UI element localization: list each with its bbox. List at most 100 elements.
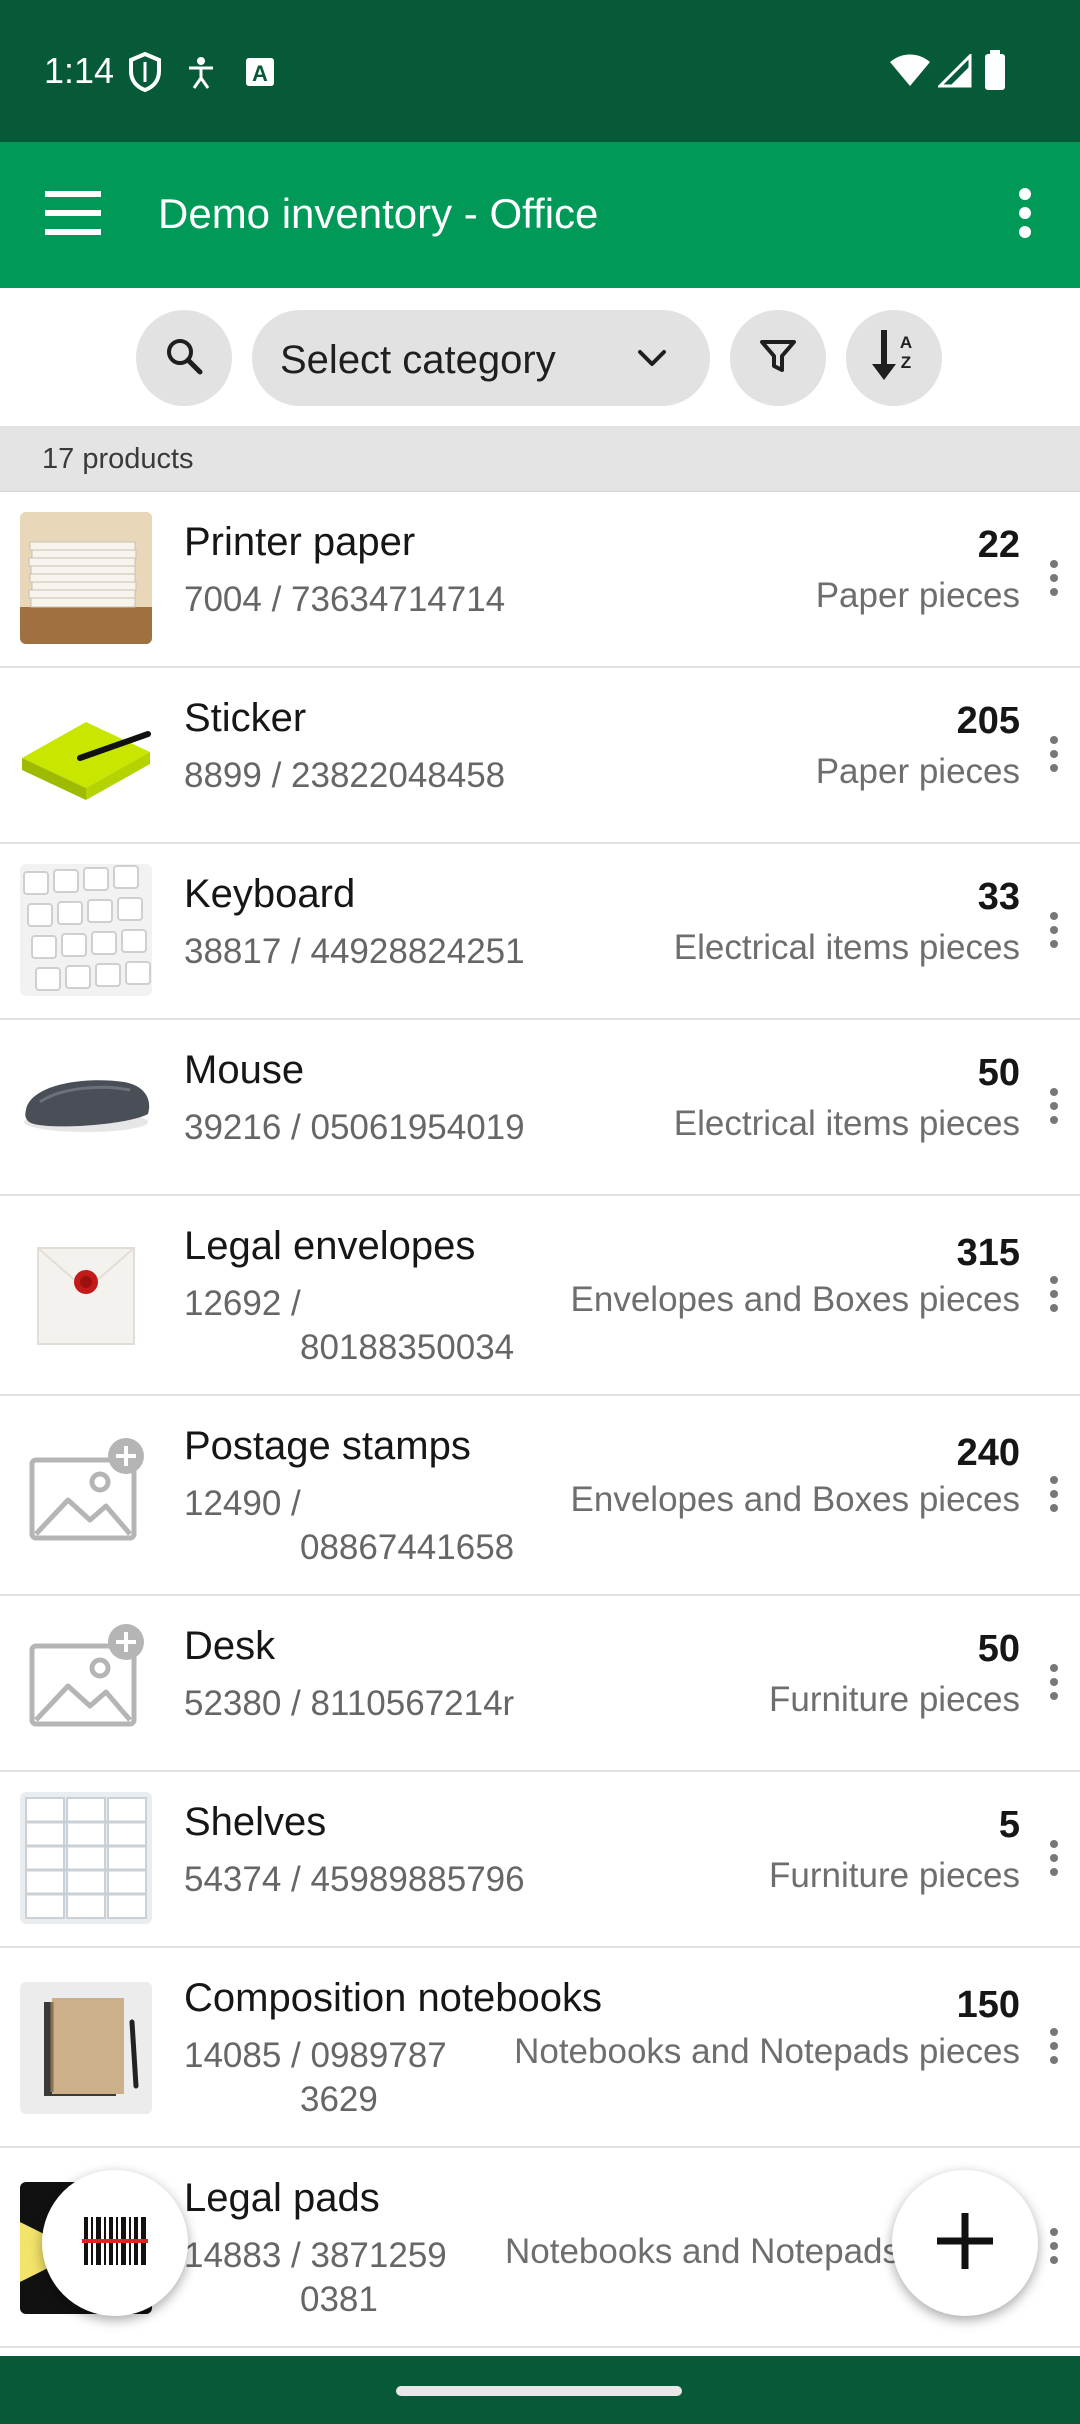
row-menu-button[interactable] (1034, 2213, 1074, 2283)
product-row[interactable]: Printer paper 7004 / 73634714714 22 Pape… (0, 492, 1080, 668)
product-quantity: 5 (998, 1804, 1020, 1846)
battery-icon (984, 50, 1006, 95)
row-menu-button[interactable] (1034, 1649, 1074, 1719)
svg-text:Z: Z (901, 353, 911, 372)
product-name: Postage stamps (184, 1424, 471, 1468)
product-unit: Paper pieces (815, 576, 1020, 615)
signal-icon (936, 52, 972, 93)
product-code: 8899 / 23822048458 (184, 756, 506, 795)
product-count: 17 products (42, 443, 194, 475)
scan-barcode-button[interactable] (42, 2170, 188, 2316)
product-code: 54374 / 45989885796 (184, 1860, 525, 1899)
wifi-icon (888, 54, 932, 93)
product-code: 14085 / 0989787 (184, 2036, 447, 2075)
image-placeholder-icon[interactable] (20, 1616, 152, 1748)
image-placeholder-icon[interactable] (20, 1430, 152, 1562)
overflow-menu-button[interactable] (990, 180, 1060, 250)
chevron-down-icon (634, 340, 670, 381)
more-vert-icon (1049, 1475, 1059, 1517)
row-menu-button[interactable] (1034, 2013, 1074, 2083)
product-name: Shelves (184, 1800, 327, 1844)
filter-button[interactable] (730, 310, 826, 406)
product-row[interactable]: Legal envelopes 12692 / 80188350034 315 … (0, 1196, 1080, 1396)
more-vert-icon (1049, 1663, 1059, 1705)
product-name: Printer paper (184, 520, 416, 564)
product-unit: Furniture pieces (769, 1680, 1020, 1719)
product-code: 39216 / 05061954019 (184, 1108, 525, 1147)
search-button[interactable] (136, 310, 232, 406)
svg-text:A: A (252, 61, 268, 86)
filter-toolbar: Select category AZ (0, 288, 1080, 426)
product-row[interactable]: Desk 52380 / 8110567214r 50 Furniture pi… (0, 1596, 1080, 1772)
product-quantity: 33 (977, 876, 1020, 918)
product-name: Legal envelopes (184, 1224, 476, 1268)
category-select[interactable]: Select category (252, 310, 710, 406)
status-time: 1:14 (44, 50, 115, 91)
product-quantity: 205 (956, 700, 1020, 742)
app-bar: Demo inventory - Office (0, 142, 1080, 288)
row-menu-button[interactable] (1034, 721, 1074, 791)
shield-icon (128, 51, 162, 97)
product-quantity: 50 (977, 1052, 1020, 1094)
product-unit: Furniture pieces (769, 1856, 1020, 1895)
row-menu-button[interactable] (1034, 1073, 1074, 1143)
filter-icon (758, 336, 798, 381)
menu-button[interactable] (28, 180, 118, 250)
product-quantity: 315 (956, 1232, 1020, 1274)
product-row[interactable]: Mouse 39216 / 05061954019 50 Electrical … (0, 1020, 1080, 1196)
row-menu-button[interactable] (1034, 1461, 1074, 1531)
more-vert-icon (1049, 559, 1059, 601)
more-vert-icon (1049, 911, 1059, 953)
menu-icon (45, 189, 101, 242)
product-name: Mouse (184, 1048, 305, 1092)
plus-icon (933, 2209, 997, 2278)
product-thumbnail (20, 1040, 152, 1172)
product-code: 12692 / (184, 1284, 301, 1323)
product-row[interactable]: Postage stamps 12490 / 08867441658 240 E… (0, 1396, 1080, 1596)
product-unit: Envelopes and Boxes pieces (570, 1280, 1020, 1319)
product-code: 7004 / 73634714714 (184, 580, 506, 619)
product-quantity: 150 (956, 1984, 1020, 2026)
more-vert-icon (1049, 1087, 1059, 1129)
add-product-button[interactable] (892, 2170, 1038, 2316)
product-unit: Electrical items pieces (673, 928, 1020, 967)
product-count-bar: 17 products (0, 426, 1080, 492)
product-unit: Envelopes and Boxes pieces (570, 1480, 1020, 1519)
product-row[interactable]: Shelves 54374 / 45989885796 5 Furniture … (0, 1772, 1080, 1948)
product-thumbnail (20, 1982, 152, 2114)
product-row[interactable]: Composition notebooks 14085 / 0989787 36… (0, 1948, 1080, 2148)
app-title: Demo inventory - Office (158, 190, 599, 237)
product-code-continued: 0381 (300, 2280, 378, 2319)
product-thumbnail (20, 1792, 152, 1924)
row-menu-button[interactable] (1034, 897, 1074, 967)
product-name: Desk (184, 1624, 276, 1668)
category-select-label: Select category (280, 338, 556, 382)
product-name: Sticker (184, 696, 307, 740)
keyboard-a-icon: A (244, 56, 276, 93)
row-menu-button[interactable] (1034, 545, 1074, 615)
accessibility-icon (186, 56, 216, 95)
row-menu-button[interactable] (1034, 1825, 1074, 1895)
more-vert-icon (1049, 735, 1059, 777)
system-navigation-bar (0, 2356, 1080, 2424)
product-code: 38817 / 44928824251 (184, 932, 525, 971)
product-row[interactable]: Keyboard 38817 / 44928824251 33 Electric… (0, 844, 1080, 1020)
product-row[interactable]: Sticker 8899 / 23822048458 205 Paper pie… (0, 668, 1080, 844)
product-code-continued: 3629 (300, 2080, 378, 2119)
product-thumbnail (20, 1230, 152, 1362)
more-vert-icon (1049, 1839, 1059, 1881)
product-thumbnail (20, 688, 152, 820)
sort-button[interactable]: AZ (846, 310, 942, 406)
more-vert-icon (1049, 2027, 1059, 2069)
more-vert-icon (1049, 2227, 1059, 2269)
product-name: Legal pads (184, 2176, 380, 2220)
product-name: Keyboard (184, 872, 356, 916)
product-unit: Notebooks and Notepads pieces (514, 2032, 1020, 2071)
product-unit: Notebooks and Notepads (505, 2232, 900, 2271)
row-menu-button[interactable] (1034, 1261, 1074, 1331)
product-thumbnail (20, 864, 152, 996)
product-code-continued: 08867441658 (300, 1528, 515, 1567)
product-thumbnail (20, 512, 152, 644)
product-code: 12490 / (184, 1484, 301, 1523)
home-gesture-handle[interactable] (396, 2386, 682, 2396)
